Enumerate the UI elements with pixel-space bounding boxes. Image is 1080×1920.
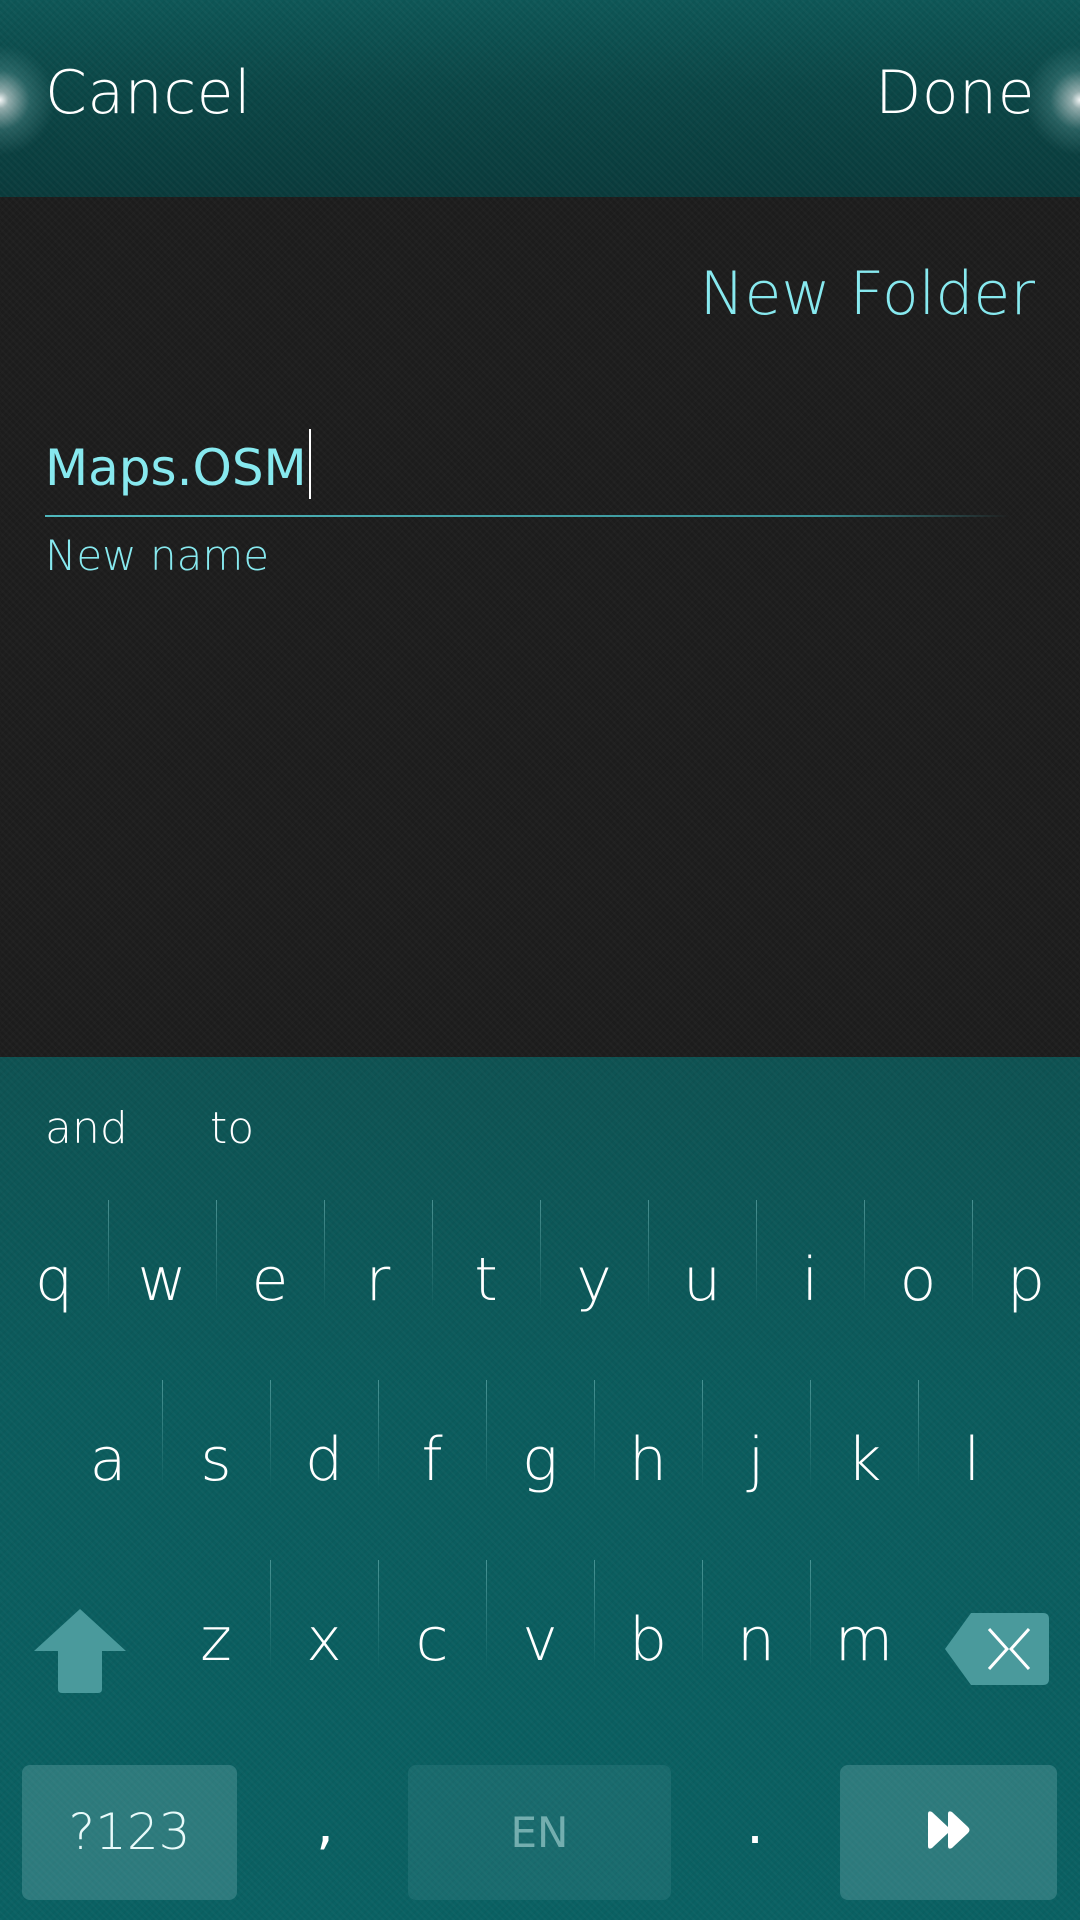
key-w[interactable]: w [108, 1200, 216, 1370]
key-p[interactable]: p [972, 1200, 1080, 1370]
key-j[interactable]: j [702, 1380, 810, 1550]
key-separator [864, 1200, 865, 1310]
key-d[interactable]: d [270, 1380, 378, 1550]
key-z[interactable]: z [162, 1560, 270, 1730]
key-row-3: zxcvbnm [0, 1560, 1080, 1730]
dialog-header: Cancel Done [0, 0, 1080, 197]
key-separator [324, 1200, 325, 1310]
new-name-input-value: Maps.OSM [45, 439, 307, 497]
new-name-label: New name [45, 531, 270, 580]
key-m[interactable]: m [810, 1560, 918, 1730]
key-s[interactable]: s [162, 1380, 270, 1550]
key-b[interactable]: b [594, 1560, 702, 1730]
key-separator [918, 1380, 919, 1490]
word-suggestion[interactable]: to [210, 1103, 254, 1154]
key-o[interactable]: o [864, 1200, 972, 1370]
key-row-1: qwertyuiop [0, 1200, 1080, 1370]
key-separator [702, 1380, 703, 1490]
dialog-body: New Folder Maps.OSM New name [0, 197, 1080, 1057]
key-t[interactable]: t [432, 1200, 540, 1370]
key-separator [972, 1200, 973, 1310]
key-separator [810, 1560, 811, 1670]
key-c[interactable]: c [378, 1560, 486, 1730]
key-separator [270, 1560, 271, 1670]
key-l[interactable]: l [918, 1380, 1026, 1550]
key-e[interactable]: e [216, 1200, 324, 1370]
backspace-key[interactable] [945, 1613, 1049, 1685]
key-q[interactable]: q [0, 1200, 108, 1370]
key-separator [378, 1560, 379, 1670]
key-separator [486, 1560, 487, 1670]
key-y[interactable]: y [540, 1200, 648, 1370]
key-v[interactable]: v [486, 1560, 594, 1730]
key-h[interactable]: h [594, 1380, 702, 1550]
text-cursor [308, 429, 311, 499]
shift-arrow-icon [34, 1609, 126, 1693]
key-separator [540, 1200, 541, 1310]
key-i[interactable]: i [756, 1200, 864, 1370]
key-separator [432, 1200, 433, 1310]
fast-forward-icon [928, 1811, 970, 1849]
key-n[interactable]: n [702, 1560, 810, 1730]
input-underline [45, 515, 1010, 517]
enter-key[interactable] [840, 1765, 1057, 1900]
new-name-input[interactable]: Maps.OSM [45, 429, 1010, 499]
word-suggestion[interactable]: and [45, 1103, 128, 1154]
space-key[interactable]: EN [408, 1765, 671, 1900]
done-button[interactable]: Done [875, 58, 1035, 128]
key-g[interactable]: g [486, 1380, 594, 1550]
key-separator [216, 1200, 217, 1310]
key-separator [756, 1200, 757, 1310]
key-separator [378, 1380, 379, 1490]
comma-key[interactable]: , [275, 1765, 375, 1900]
key-separator [270, 1380, 271, 1490]
symbols-key[interactable]: ?123 [22, 1765, 237, 1900]
screen: Cancel Done New Folder Maps.OSM New name… [0, 0, 1080, 1920]
key-separator [810, 1380, 811, 1490]
key-r[interactable]: r [324, 1200, 432, 1370]
key-x[interactable]: x [270, 1560, 378, 1730]
key-a[interactable]: a [54, 1380, 162, 1550]
key-separator [702, 1560, 703, 1670]
key-k[interactable]: k [810, 1380, 918, 1550]
key-row-2: asdfghjkl [0, 1380, 1080, 1550]
page-title: New Folder [699, 259, 1035, 329]
key-f[interactable]: f [378, 1380, 486, 1550]
key-separator [648, 1200, 649, 1310]
key-separator [108, 1200, 109, 1310]
virtual-keyboard: and to qwertyuiop asdfghjkl zxcvbnm ?123… [0, 1057, 1080, 1920]
backspace-icon [945, 1613, 1049, 1685]
key-separator [486, 1380, 487, 1490]
key-u[interactable]: u [648, 1200, 756, 1370]
key-separator [594, 1380, 595, 1490]
period-key[interactable]: . [705, 1765, 805, 1900]
key-separator [594, 1560, 595, 1670]
key-separator [162, 1380, 163, 1490]
shift-key[interactable] [30, 1605, 130, 1695]
cancel-button[interactable]: Cancel [45, 58, 251, 128]
